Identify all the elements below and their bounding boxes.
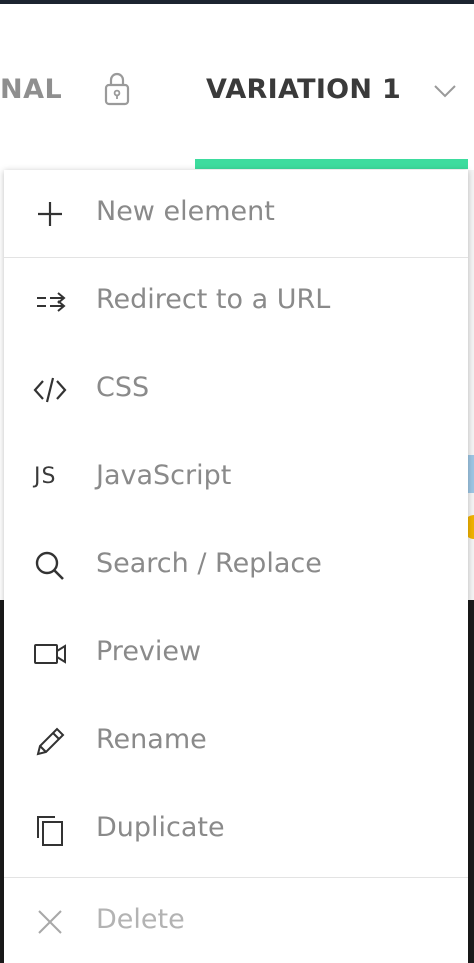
search-icon [35, 551, 64, 580]
close-icon [38, 910, 62, 934]
chevron-down-icon[interactable] [432, 82, 458, 100]
video-camera-icon [34, 644, 66, 664]
menu-item-label: Rename [96, 724, 207, 755]
menu-item-redirect[interactable]: Redirect to a URL [4, 258, 468, 346]
menu-item-search-replace[interactable]: Search / Replace [4, 522, 468, 610]
code-icon [33, 377, 67, 403]
menu-item-rename[interactable]: Rename [4, 698, 468, 786]
active-tab-indicator [195, 159, 468, 169]
menu-item-label: Search / Replace [96, 548, 322, 579]
menu-item-label: New element [96, 196, 275, 227]
menu-item-label: JavaScript [96, 460, 232, 491]
lock-icon [104, 72, 130, 106]
background-element [468, 455, 474, 493]
variation-options-menu: New element Redirect to a URL CSS JS Jav… [4, 170, 468, 963]
menu-item-label: Duplicate [96, 812, 225, 843]
tab-original[interactable]: NAL [0, 74, 62, 105]
plus-icon [38, 202, 62, 226]
menu-item-label: Preview [96, 636, 202, 667]
menu-item-label: Redirect to a URL [96, 284, 331, 315]
tab-original-label: NAL [0, 74, 63, 105]
redirect-icon [37, 292, 66, 312]
menu-item-new-element[interactable]: New element [4, 170, 468, 258]
menu-item-preview[interactable]: Preview [4, 610, 468, 698]
copy-icon [37, 816, 63, 846]
menu-item-javascript[interactable]: JS JavaScript [4, 434, 468, 522]
js-icon: JS [34, 464, 57, 489]
menu-item-label: CSS [96, 372, 150, 403]
tab-variation-label: VARIATION 1 [206, 74, 402, 105]
pencil-icon [36, 727, 65, 756]
menu-item-duplicate[interactable]: Duplicate [4, 786, 468, 874]
menu-item-label: Delete [96, 904, 185, 935]
tab-variation-1[interactable]: VARIATION 1 [206, 74, 401, 105]
variation-tabs: NAL VARIATION 1 [0, 4, 474, 170]
background-element [468, 600, 474, 963]
menu-item-delete[interactable]: Delete [4, 878, 468, 963]
menu-item-css[interactable]: CSS [4, 346, 468, 434]
